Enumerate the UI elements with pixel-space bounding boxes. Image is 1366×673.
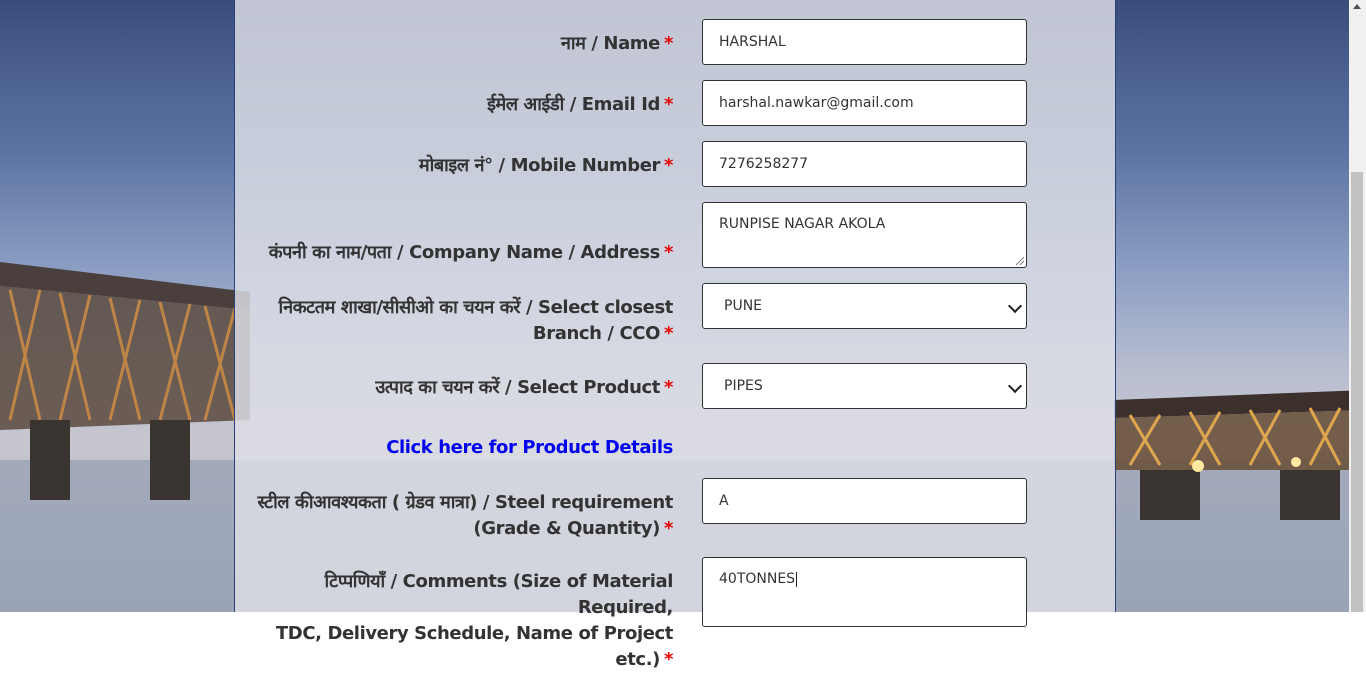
email-input[interactable]: harshal.nawkar@gmail.com [702,80,1027,126]
company-label: कंपनी का नाम/पता / Company Name / Addres… [268,242,674,263]
resize-handle-icon[interactable] [1016,257,1024,265]
product-details-link[interactable]: Click here for Product Details [386,437,673,458]
scroll-up-icon[interactable] [1353,4,1361,9]
email-label: ईमेल आईडी / Email Id * [487,94,673,115]
comments-label: टिप्पणियाँ / Comments (Size of Material … [275,571,673,670]
product-select-value: PIPES [724,378,763,394]
mobile-label: मोबाइल नं° / Mobile Number * [418,155,674,176]
product-select[interactable]: PIPES [702,363,1027,409]
company-address-textarea[interactable]: RUNPISE NAGAR AKOLA [702,202,1027,268]
branch-select-value: PUNE [724,298,763,314]
enquiry-form-panel: नाम / Name * HARSHAL ईमेल आईडी / Email Id… [234,0,1116,670]
steel-label: स्टील कीआवश्यकता ( ग्रेडव मात्रा) / Stee… [257,492,673,539]
chevron-down-icon [1007,378,1023,394]
comments-textarea[interactable]: 40TONNES [702,557,1027,627]
company-address-value: RUNPISE NAGAR AKOLA [719,216,886,232]
steel-requirement-input[interactable]: A [702,478,1027,524]
vertical-scrollbar[interactable] [1349,0,1366,612]
text-cursor [796,571,798,587]
mobile-input[interactable]: 7276258277 [702,141,1027,187]
name-input[interactable]: HARSHAL [702,19,1027,65]
name-label: नाम / Name * [560,33,674,54]
branch-select[interactable]: PUNE [702,283,1027,329]
branch-label: निकटतम शाखा/सीसीओ का चयन करें / Select c… [278,297,673,344]
chevron-down-icon [1007,298,1023,314]
comments-value: 40TONNES [719,571,796,587]
product-label: उत्पाद का चयन करें / Select Product * [375,377,673,398]
scrollbar-thumb[interactable] [1351,172,1363,612]
